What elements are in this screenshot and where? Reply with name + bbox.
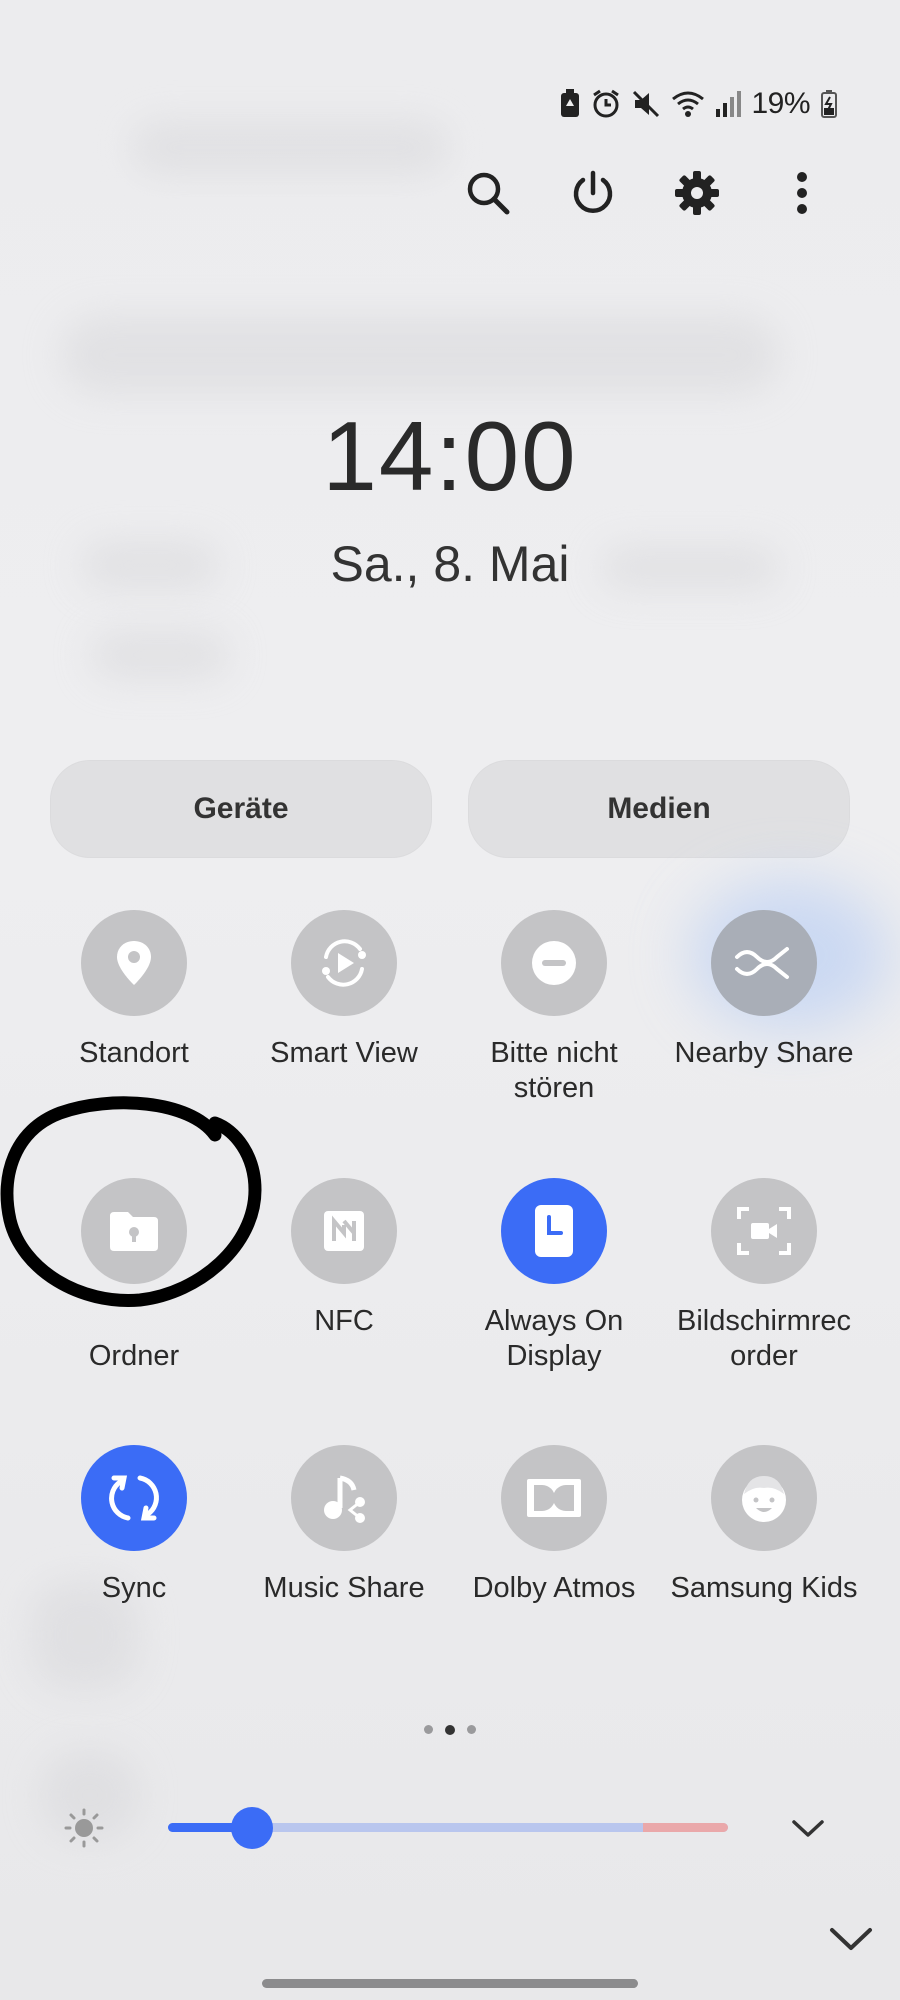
settings-button[interactable] bbox=[664, 160, 730, 226]
battery-saver-icon bbox=[561, 89, 580, 117]
tile-smart-view[interactable]: Smart View bbox=[239, 910, 449, 1071]
tile-circle bbox=[711, 1445, 817, 1551]
screen-recorder-icon bbox=[737, 1207, 791, 1255]
battery-percentage: 19% bbox=[751, 87, 810, 120]
tile-label: Dolby Atmos bbox=[472, 1572, 636, 1604]
tile-label: Bitte nicht stören bbox=[490, 1037, 618, 1104]
tile-label: Samsung Kids bbox=[670, 1572, 858, 1604]
search-button[interactable] bbox=[455, 160, 521, 226]
more-options-icon bbox=[796, 172, 807, 214]
mute-icon bbox=[633, 90, 660, 118]
tile-circle bbox=[711, 910, 817, 1016]
page-dot bbox=[467, 1725, 476, 1734]
tile-sync[interactable]: Sync bbox=[29, 1445, 239, 1606]
battery-icon bbox=[821, 90, 837, 118]
tile-sicherer-ordner[interactable]: Ordner bbox=[29, 1178, 239, 1374]
page-dot bbox=[424, 1725, 433, 1734]
power-icon bbox=[573, 170, 612, 213]
collapse-panel-icon[interactable] bbox=[826, 1920, 876, 1960]
signal-icon bbox=[716, 91, 742, 117]
tile-circle bbox=[81, 1445, 187, 1551]
page-dot-current bbox=[445, 1725, 455, 1735]
clock-time[interactable]: 14:00 bbox=[0, 400, 900, 513]
tile-circle bbox=[291, 910, 397, 1016]
brightness-slider[interactable] bbox=[168, 1807, 728, 1849]
tile-circle bbox=[291, 1445, 397, 1551]
more-options-button[interactable] bbox=[769, 160, 835, 226]
top-action-bar bbox=[455, 160, 835, 226]
do-not-disturb-icon bbox=[532, 941, 576, 985]
tile-nfc[interactable]: NFC bbox=[239, 1178, 449, 1339]
tile-standort[interactable]: Standort bbox=[29, 910, 239, 1071]
music-share-icon bbox=[324, 1475, 365, 1523]
tile-label: Always On Display bbox=[484, 1305, 624, 1372]
devices-button[interactable]: Geräte bbox=[50, 760, 432, 858]
tile-always-on-display[interactable]: Always On Display bbox=[449, 1178, 659, 1374]
tile-bitte-nicht-stoeren[interactable]: Bitte nicht stören bbox=[449, 910, 659, 1106]
power-button[interactable] bbox=[560, 160, 626, 226]
chevron-down-icon[interactable] bbox=[786, 1806, 830, 1850]
location-pin-icon bbox=[117, 941, 151, 985]
settings-icon bbox=[675, 171, 720, 215]
tile-nearby-share[interactable]: Nearby Share bbox=[659, 910, 869, 1071]
tile-music-share[interactable]: Music Share bbox=[239, 1445, 449, 1606]
page-indicator bbox=[0, 1725, 900, 1735]
tile-label: Ordner bbox=[88, 1340, 180, 1372]
search-icon bbox=[467, 172, 510, 215]
tile-circle bbox=[501, 910, 607, 1016]
tile-label: Bildschirmrec order bbox=[676, 1305, 852, 1372]
nfc-icon bbox=[324, 1211, 364, 1251]
tile-circle bbox=[81, 910, 187, 1016]
tile-label: Nearby Share bbox=[674, 1037, 854, 1069]
always-on-display-icon bbox=[535, 1205, 573, 1257]
tile-label: Sync bbox=[101, 1572, 167, 1604]
brightness-thumb[interactable] bbox=[231, 1807, 273, 1849]
tile-samsung-kids[interactable]: Samsung Kids bbox=[659, 1445, 869, 1606]
tile-bildschirmrecorder[interactable]: Bildschirmrec order bbox=[659, 1178, 869, 1374]
nearby-share-icon bbox=[735, 947, 789, 979]
tile-circle bbox=[711, 1178, 817, 1284]
wifi-icon bbox=[672, 91, 705, 117]
tile-label: Standort bbox=[79, 1037, 189, 1069]
tile-circle bbox=[501, 1445, 607, 1551]
clock-date[interactable]: Sa., 8. Mai bbox=[0, 535, 900, 593]
samsung-kids-icon bbox=[742, 1476, 786, 1522]
tile-label: NFC bbox=[314, 1305, 374, 1337]
tile-circle bbox=[501, 1178, 607, 1284]
tile-label: Music Share bbox=[263, 1572, 425, 1604]
tile-label: Smart View bbox=[270, 1037, 418, 1069]
secure-folder-icon bbox=[110, 1212, 158, 1251]
status-bar: 19% bbox=[559, 84, 838, 124]
brightness-high-zone bbox=[643, 1823, 728, 1832]
home-indicator-bar[interactable] bbox=[262, 1979, 638, 1988]
smart-view-icon bbox=[322, 939, 366, 987]
brightness-icon bbox=[64, 1808, 104, 1848]
alarm-icon bbox=[593, 89, 620, 118]
sync-icon bbox=[109, 1475, 159, 1521]
tile-circle bbox=[291, 1178, 397, 1284]
tile-circle bbox=[81, 1178, 187, 1284]
dolby-atmos-icon bbox=[527, 1479, 581, 1517]
tile-dolby-atmos[interactable]: Dolby Atmos bbox=[449, 1445, 659, 1606]
media-button[interactable]: Medien bbox=[468, 760, 850, 858]
